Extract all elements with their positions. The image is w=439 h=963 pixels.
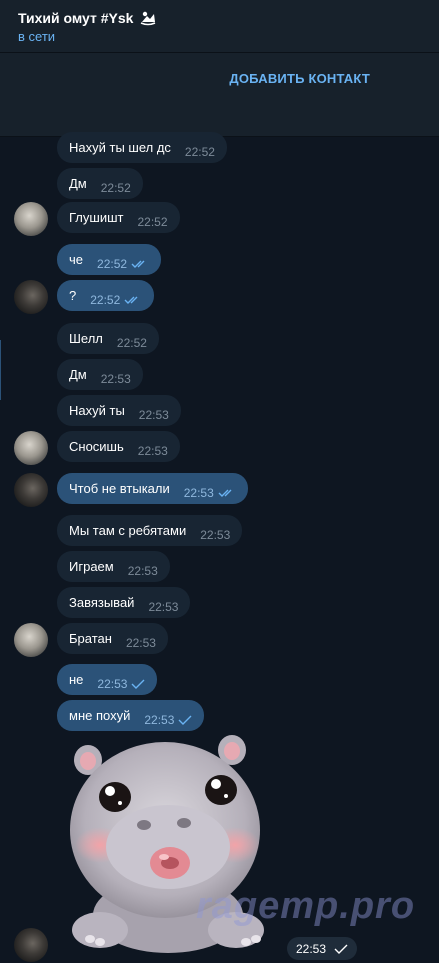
message-text: не (69, 672, 84, 687)
contact-avatar[interactable] (14, 431, 48, 465)
read-ticks-icon (124, 296, 138, 304)
message-time: 22:52 (90, 292, 121, 307)
message-text: Нахуй ты шел дс (69, 140, 171, 155)
message-time: 22:52 (97, 256, 128, 271)
message-text: Завязывай (69, 595, 135, 610)
message-text: Нахуй ты (69, 403, 125, 418)
message-bubble[interactable]: Братан 22:53 (57, 623, 168, 654)
read-ticks-icon (131, 260, 145, 268)
message-text: Дм (69, 367, 87, 382)
own-avatar[interactable] (14, 473, 48, 507)
message-time: 22:52 (116, 335, 147, 350)
message-time: 22:52 (184, 144, 215, 159)
message-text: Мы там с ребятами (69, 523, 187, 538)
message-bubble[interactable]: мне похуй 22:53 (57, 700, 205, 731)
contact-avatar[interactable] (14, 623, 48, 657)
scroll-edge (0, 340, 1, 400)
message-text: Чтоб не втыкали (69, 481, 170, 496)
message-time: 22:53 (148, 599, 179, 614)
message-text: че (69, 252, 84, 267)
message-time: 22:53 (144, 712, 175, 727)
message-bubble[interactable]: Дм 22:52 (57, 168, 143, 199)
message-time: 22:53 (100, 371, 131, 386)
sent-tick-icon (178, 715, 192, 725)
message-text: Братан (69, 631, 112, 646)
message-bubble[interactable]: че 22:52 (57, 244, 162, 275)
message-text: Шелл (69, 331, 103, 346)
contact-avatar[interactable] (14, 202, 48, 236)
message-bubble[interactable]: Дм 22:53 (57, 359, 143, 390)
sticker-time-badge: 22:53 (287, 937, 357, 960)
sent-tick-icon (131, 679, 145, 689)
online-status: в сети (18, 29, 56, 44)
chat-title[interactable]: Тихий омут #Ysk (18, 10, 157, 26)
message-bubble[interactable]: Нахуй ты шел дс 22:52 (57, 132, 227, 163)
message-text: ? (69, 288, 77, 303)
message-bubble[interactable]: Завязывай 22:53 (57, 587, 191, 618)
message-bubble[interactable]: Чтоб не втыкали 22:53 (57, 473, 248, 504)
action-bar: ДОБАВИТЬ КОНТАКТ (0, 52, 439, 106)
sticker-time: 22:53 (295, 941, 327, 956)
add-contact-button[interactable]: ДОБАВИТЬ КОНТАКТ (229, 71, 370, 86)
own-avatar[interactable] (14, 280, 48, 314)
message-bubble[interactable]: ? 22:52 (57, 280, 155, 311)
message-time: 22:53 (137, 443, 168, 458)
chat-title-text: Тихий омут #Ysk (18, 10, 134, 26)
message-time: 22:53 (127, 563, 158, 578)
message-time: 22:52 (100, 180, 131, 195)
message-bubble[interactable]: не 22:53 (57, 664, 158, 695)
read-ticks-icon (218, 489, 232, 497)
watermark: ragemp.pro (196, 885, 416, 927)
message-time: 22:53 (183, 485, 214, 500)
message-time: 22:52 (137, 214, 168, 229)
chat-header[interactable]: Тихий омут #Ysk в сети (0, 0, 439, 52)
message-time: 22:53 (97, 676, 128, 691)
message-time: 22:53 (125, 635, 156, 650)
message-text: Играем (69, 559, 114, 574)
message-bubble[interactable]: Играем 22:53 (57, 551, 170, 582)
message-bubble[interactable]: Шелл 22:52 (57, 323, 159, 354)
message-bubble[interactable]: Сносишь 22:53 (57, 431, 180, 462)
message-text: Дм (69, 176, 87, 191)
message-bubble[interactable]: Мы там с ребятами 22:53 (57, 515, 243, 546)
message-text: Сносишь (69, 439, 124, 454)
message-text: Глушишт (69, 210, 124, 225)
message-time: 22:53 (138, 407, 169, 422)
own-avatar[interactable] (14, 928, 48, 962)
message-bubble[interactable]: Глушишт 22:52 (57, 202, 180, 233)
sent-tick-icon (334, 944, 348, 954)
message-time: 22:53 (200, 527, 231, 542)
message-bubble[interactable]: Нахуй ты 22:53 (57, 395, 181, 426)
emoji-icon (141, 11, 156, 26)
message-text: мне похуй (69, 708, 131, 723)
